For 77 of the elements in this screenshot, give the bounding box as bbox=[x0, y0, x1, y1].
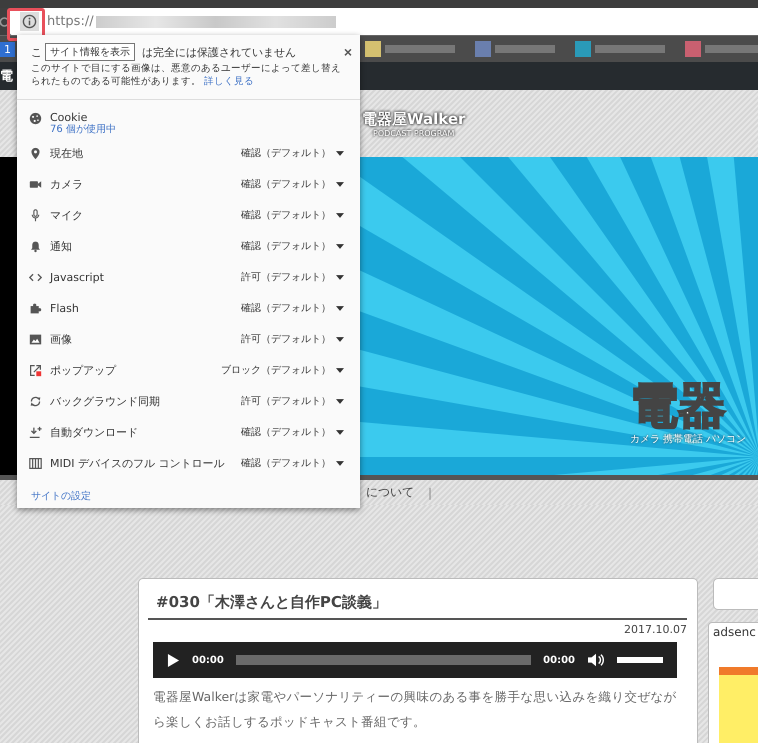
permission-dropdown[interactable]: 確認（デフォルト） bbox=[241, 301, 344, 316]
permission-dropdown[interactable]: 確認（デフォルト） bbox=[241, 425, 344, 440]
caret-icon bbox=[336, 368, 344, 373]
caret-icon bbox=[336, 430, 344, 435]
permission-dropdown[interactable]: ブロック（デフォルト） bbox=[221, 363, 344, 378]
caret-icon bbox=[336, 398, 344, 404]
caret-icon bbox=[336, 336, 344, 342]
security-heading: は完全には保護されていません bbox=[142, 45, 296, 60]
security-heading: こ bbox=[31, 45, 42, 60]
blurred-bookmark[interactable] bbox=[475, 41, 555, 57]
site-logo-text[interactable]: 電 bbox=[0, 67, 13, 85]
address-field[interactable]: https:// bbox=[10, 8, 758, 35]
permission-label: バックグラウンド同期 bbox=[50, 394, 161, 409]
permission-label: MIDI デバイスのフル コントロール bbox=[50, 456, 226, 471]
permission-label: Flash bbox=[50, 302, 80, 315]
caret-icon bbox=[336, 460, 344, 466]
banner-tagline: カメラ bbox=[630, 433, 660, 446]
duration-time: 00:00 bbox=[543, 654, 575, 666]
piano-keys-icon bbox=[29, 456, 42, 470]
permission-label: 自動ダウンロード bbox=[50, 424, 139, 440]
bookmark-item[interactable]: 1 bbox=[0, 42, 15, 56]
permission-dropdown[interactable]: 確認（デフォルト） bbox=[241, 456, 344, 470]
image-icon bbox=[29, 332, 42, 346]
banner-tagline: パソコン bbox=[706, 433, 746, 446]
blurred-bookmark[interactable] bbox=[575, 41, 665, 57]
article-title: #030「木澤さんと自作PC談義」 bbox=[148, 589, 687, 620]
cookie-icon bbox=[29, 112, 42, 125]
microphone-icon bbox=[29, 208, 42, 222]
bell-icon bbox=[29, 240, 42, 253]
blurred-bookmark[interactable] bbox=[365, 41, 455, 57]
widget-title: adsenc bbox=[713, 625, 757, 639]
security-description: このサイトで目にする画像は、悪意のあるユーザーによって差し替えられたものである可能性があります。 詳しく見る bbox=[31, 63, 342, 89]
tooltip: サイト情報を表示 bbox=[45, 43, 135, 61]
permission-label: 画像 bbox=[50, 332, 73, 347]
permission-label: 現在地 bbox=[50, 146, 84, 161]
sync-icon bbox=[29, 394, 42, 408]
play-icon[interactable] bbox=[167, 652, 180, 668]
caret-icon bbox=[336, 274, 344, 280]
banner-tagline: 携帯電話 bbox=[663, 432, 703, 446]
banner-logo-text: 電器 bbox=[630, 382, 727, 430]
permission-dropdown[interactable]: 確認（デフォルト） bbox=[241, 239, 344, 254]
close-button[interactable]: × bbox=[344, 45, 352, 59]
blurred-bookmark[interactable] bbox=[685, 41, 758, 57]
info-icon[interactable] bbox=[20, 12, 39, 31]
caret-icon bbox=[336, 182, 344, 187]
permission-dropdown[interactable]: 確認（デフォルト） bbox=[241, 208, 344, 222]
nav-separator: | bbox=[428, 486, 432, 500]
article-date: 2017.10.07 bbox=[623, 623, 687, 636]
permission-label: カメラ bbox=[50, 176, 84, 192]
permission-dropdown[interactable]: 確認（デフォルト） bbox=[241, 146, 344, 160]
cookie-count-link[interactable]: 76 個が使用中 bbox=[50, 124, 116, 136]
download-icon bbox=[29, 426, 42, 439]
sidebar-button[interactable] bbox=[713, 578, 758, 610]
learn-more-link[interactable]: 詳しく見る bbox=[204, 76, 254, 87]
permission-dropdown[interactable]: 許可（デフォルト） bbox=[241, 270, 344, 284]
current-time: 00:00 bbox=[192, 654, 224, 666]
permission-label: Javascript bbox=[50, 270, 105, 284]
caret-icon bbox=[336, 212, 344, 218]
volume-slider[interactable] bbox=[617, 657, 663, 663]
permission-dropdown[interactable]: 許可（デフォルト） bbox=[241, 332, 344, 346]
speaker-icon[interactable] bbox=[587, 652, 605, 668]
permission-label: マイク bbox=[50, 208, 84, 223]
progress-track[interactable] bbox=[236, 655, 532, 665]
caret-icon bbox=[336, 244, 344, 249]
permission-dropdown[interactable]: 確認（デフォルト） bbox=[241, 177, 344, 192]
site-settings-link[interactable]: サイトの設定 bbox=[31, 488, 91, 503]
article-description: 電器屋Walkerは家電やパーソナリティーの興味のある事を勝手な思い込みを織り交ぜながら楽しくお話しするポッドキャスト番組です。 bbox=[153, 688, 677, 731]
puzzle-piece-icon bbox=[29, 302, 42, 315]
caret-icon bbox=[336, 306, 344, 311]
nav-link[interactable]: について bbox=[366, 484, 414, 501]
popup-blocked-icon bbox=[29, 364, 42, 377]
permission-label: ポップアップ bbox=[50, 362, 118, 378]
cookie-label[interactable]: Cookie bbox=[50, 112, 116, 124]
location-pin-icon bbox=[29, 146, 42, 160]
reload-icon[interactable] bbox=[0, 14, 8, 28]
permission-label: 通知 bbox=[50, 238, 73, 254]
permission-dropdown[interactable]: 許可（デフォルト） bbox=[241, 394, 344, 408]
